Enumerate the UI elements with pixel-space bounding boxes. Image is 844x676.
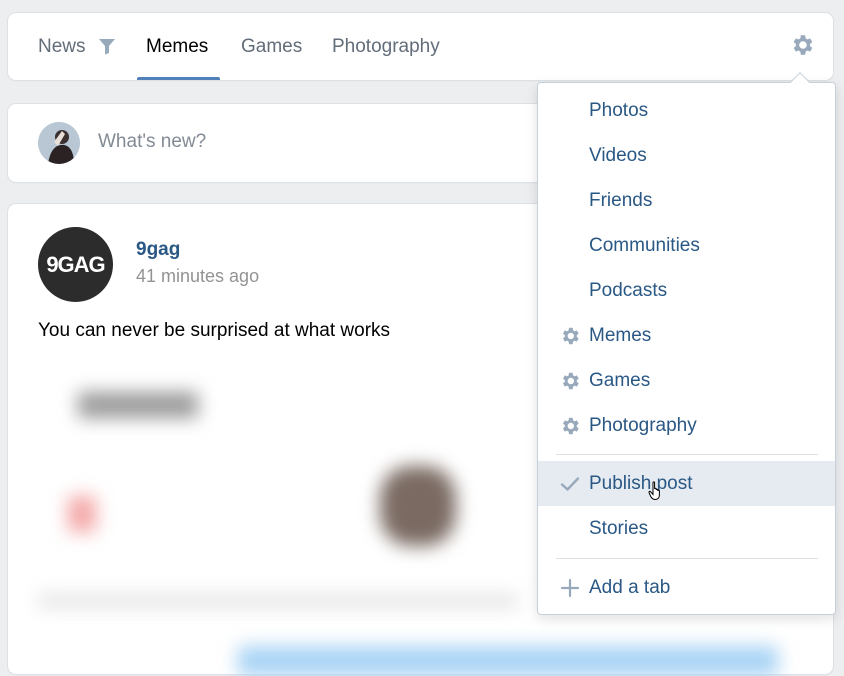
menu-item-communities[interactable]: Communities (538, 223, 835, 268)
menu-item-label: Friends (589, 189, 653, 211)
tab-photography[interactable]: Photography (332, 13, 440, 80)
gear-icon[interactable] (559, 370, 581, 392)
menu-item-label: Photography (589, 414, 697, 436)
menu-item-label: Communities (589, 234, 700, 256)
menu-item-podcasts[interactable]: Podcasts (538, 268, 835, 313)
menu-item-label: Games (589, 369, 651, 391)
blurred-image-mark (68, 496, 96, 532)
active-tab-indicator (137, 77, 220, 80)
composer-placeholder[interactable]: What's new? (98, 131, 206, 153)
post-text: You can never be surprised at what works (38, 320, 391, 341)
menu-item-publish-post[interactable]: Publish post (538, 461, 835, 506)
blurred-image-caption (38, 594, 518, 608)
tab-games-label: Games (241, 35, 303, 57)
menu-item-stories[interactable]: Stories (538, 506, 835, 551)
tab-news-label: News (38, 35, 86, 57)
menu-item-friends[interactable]: Friends (538, 178, 835, 223)
menu-divider (556, 558, 818, 559)
menu-item-label: Photos (589, 99, 649, 121)
menu-item-memes[interactable]: Memes (538, 313, 835, 358)
blurred-image-text (78, 392, 198, 418)
menu-item-label: Memes (589, 324, 652, 346)
menu-item-label: Videos (589, 144, 647, 166)
tab-memes[interactable]: Memes (146, 13, 208, 80)
tab-news[interactable]: News (38, 13, 116, 80)
menu-item-label: Add a tab (589, 576, 671, 598)
menu-divider (556, 454, 818, 455)
plus-icon (559, 577, 581, 599)
menu-item-label: Stories (589, 517, 649, 539)
gear-icon (789, 32, 815, 63)
check-icon (559, 473, 581, 495)
tabs-settings-button[interactable] (789, 34, 815, 60)
tab-photography-label: Photography (332, 35, 440, 57)
post-author-name[interactable]: 9gag (136, 239, 180, 261)
post-timestamp[interactable]: 41 minutes ago (136, 266, 259, 287)
tabs-settings-menu: Photos Videos Friends Communities Podcas… (537, 72, 836, 615)
menu-item-label: Podcasts (589, 279, 668, 301)
tab-memes-label: Memes (146, 35, 209, 57)
tab-games[interactable]: Games (241, 13, 302, 80)
gear-icon[interactable] (559, 325, 581, 347)
menu-item-photography[interactable]: Photography (538, 403, 835, 448)
post-author-avatar[interactable]: 9GAG (38, 227, 113, 302)
feed-tabs-bar: News Memes Games Photography (8, 13, 833, 80)
menu-item-photos[interactable]: Photos (538, 88, 835, 133)
gear-icon[interactable] (559, 415, 581, 437)
menu-item-videos[interactable]: Videos (538, 133, 835, 178)
menu-item-games[interactable]: Games (538, 358, 835, 403)
user-avatar (38, 122, 80, 164)
menu-item-add-tab[interactable]: Add a tab (538, 565, 835, 610)
blurred-image-photo (380, 466, 456, 546)
menu-item-label: Publish post (589, 472, 693, 494)
filter-icon[interactable] (98, 38, 116, 55)
blurred-image-button (238, 646, 778, 676)
